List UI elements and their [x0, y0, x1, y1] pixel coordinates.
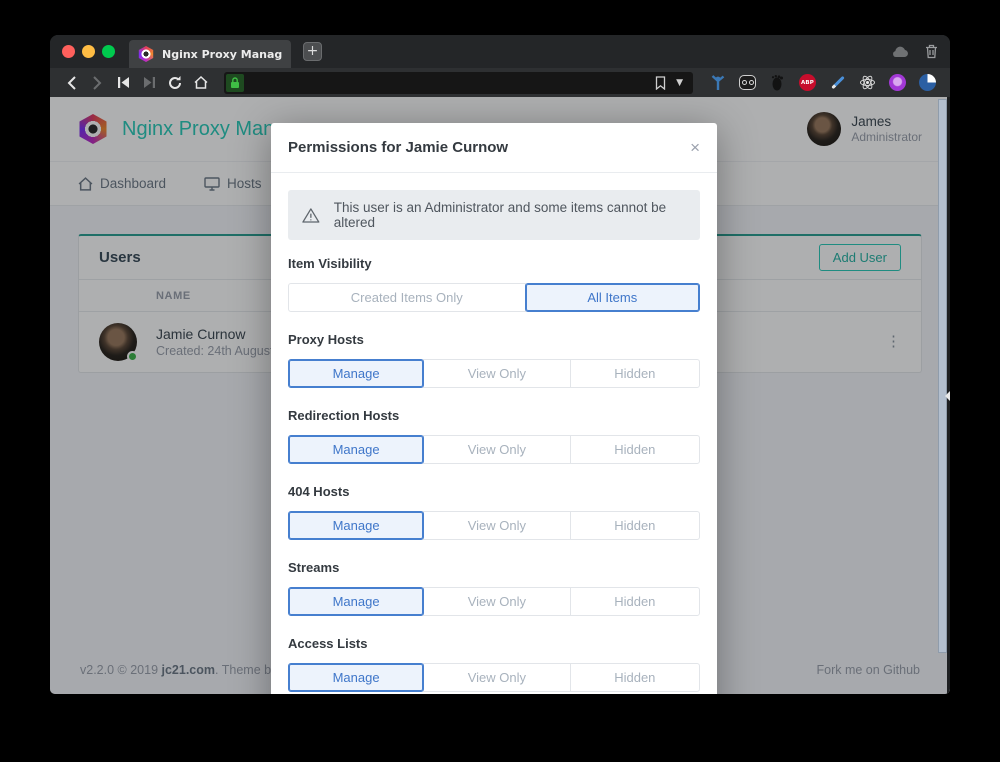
extension-atom-icon[interactable]: [859, 74, 876, 91]
trash-icon[interactable]: [925, 44, 938, 59]
permission-option-button[interactable]: Hidden: [570, 511, 700, 540]
extension-adblock-plus-icon[interactable]: ABP: [799, 74, 816, 91]
maximize-window-button[interactable]: [102, 45, 115, 58]
reload-button[interactable]: [164, 72, 186, 94]
extensions-row: ABP: [705, 74, 940, 91]
permission-section-label: Proxy Hosts: [288, 332, 700, 351]
permission-section-label: Item Visibility: [288, 256, 700, 275]
permission-button-group: ManageView OnlyHidden: [288, 511, 700, 540]
admin-alert-text: This user is an Administrator and some i…: [334, 200, 686, 230]
permission-option-button[interactable]: View Only: [423, 511, 570, 540]
browser-tab-bar: Nginx Proxy Manager +: [50, 35, 950, 68]
window-controls: [62, 45, 115, 58]
permission-option-button[interactable]: View Only: [423, 663, 570, 692]
modal-title: Permissions for Jamie Curnow: [288, 139, 508, 156]
permission-button-group: ManageView OnlyHidden: [288, 359, 700, 388]
page-content: Nginx Proxy Manager James Administrator …: [50, 97, 950, 694]
browser-tab[interactable]: Nginx Proxy Manager: [129, 40, 291, 68]
browser-window: Nginx Proxy Manager +: [50, 35, 950, 694]
permission-option-button[interactable]: Hidden: [570, 359, 700, 388]
permission-option-button[interactable]: Manage: [288, 511, 424, 540]
permission-section-label: Streams: [288, 560, 700, 579]
permission-option-button[interactable]: Manage: [288, 663, 424, 692]
permission-option-button[interactable]: All Items: [525, 283, 700, 312]
permission-option-button[interactable]: View Only: [423, 587, 570, 616]
close-icon[interactable]: ×: [690, 139, 700, 156]
permission-option-button[interactable]: Hidden: [570, 663, 700, 692]
permission-button-group: Created Items OnlyAll Items: [288, 283, 700, 312]
permission-section-label: Redirection Hosts: [288, 408, 700, 427]
extension-pen-icon[interactable]: [829, 74, 846, 91]
forward-button[interactable]: [86, 72, 108, 94]
modal-header: Permissions for Jamie Curnow ×: [271, 123, 717, 173]
permission-button-group: ManageView OnlyHidden: [288, 663, 700, 692]
extension-blue-circle-icon[interactable]: [919, 74, 936, 91]
permission-option-button[interactable]: Manage: [288, 359, 424, 388]
permission-option-button[interactable]: View Only: [423, 359, 570, 388]
permission-button-group: ManageView OnlyHidden: [288, 435, 700, 464]
minimize-window-button[interactable]: [82, 45, 95, 58]
permissions-modal: Permissions for Jamie Curnow × This user…: [271, 123, 717, 694]
admin-alert: This user is an Administrator and some i…: [288, 190, 700, 240]
permission-option-button[interactable]: Hidden: [570, 435, 700, 464]
permission-option-button[interactable]: Created Items Only: [288, 283, 526, 312]
https-lock-icon[interactable]: [226, 74, 244, 92]
modal-body: This user is an Administrator and some i…: [271, 173, 717, 694]
page-scrollbar[interactable]: [938, 99, 947, 653]
bookmark-icon[interactable]: [655, 76, 666, 90]
close-window-button[interactable]: [62, 45, 75, 58]
rewind-button[interactable]: [112, 72, 134, 94]
new-tab-button[interactable]: +: [303, 42, 322, 61]
desktop-background: Nginx Proxy Manager +: [0, 0, 1000, 762]
extension-gnome-foot-icon[interactable]: [769, 74, 786, 91]
permission-section-label: 404 Hosts: [288, 484, 700, 503]
home-button[interactable]: [190, 72, 212, 94]
extension-blue-person-icon[interactable]: [709, 74, 726, 91]
sync-cloud-icon[interactable]: [891, 46, 909, 58]
favicon-nginx-proxy-manager: [138, 46, 154, 62]
extension-robot-eyes-icon[interactable]: [739, 75, 756, 90]
warning-triangle-icon: [302, 207, 320, 224]
back-button[interactable]: [60, 72, 82, 94]
extension-purple-circle-icon[interactable]: [889, 74, 906, 91]
browser-toolbar: ▼ ABP: [50, 68, 950, 97]
permission-option-button[interactable]: Hidden: [570, 587, 700, 616]
permission-section-label: Access Lists: [288, 636, 700, 655]
permission-option-button[interactable]: Manage: [288, 587, 424, 616]
permission-button-group: ManageView OnlyHidden: [288, 587, 700, 616]
address-bar[interactable]: ▼: [224, 72, 693, 94]
permission-option-button[interactable]: Manage: [288, 435, 424, 464]
panel-toggle-arrow-icon[interactable]: [945, 391, 950, 401]
permission-option-button[interactable]: View Only: [423, 435, 570, 464]
fast-forward-button[interactable]: [138, 72, 160, 94]
tab-title: Nginx Proxy Manager: [162, 48, 282, 61]
bookmark-dropdown-caret-icon[interactable]: ▼: [676, 78, 683, 88]
permission-sections: Item Visibility Created Items OnlyAll Ite…: [288, 256, 700, 692]
